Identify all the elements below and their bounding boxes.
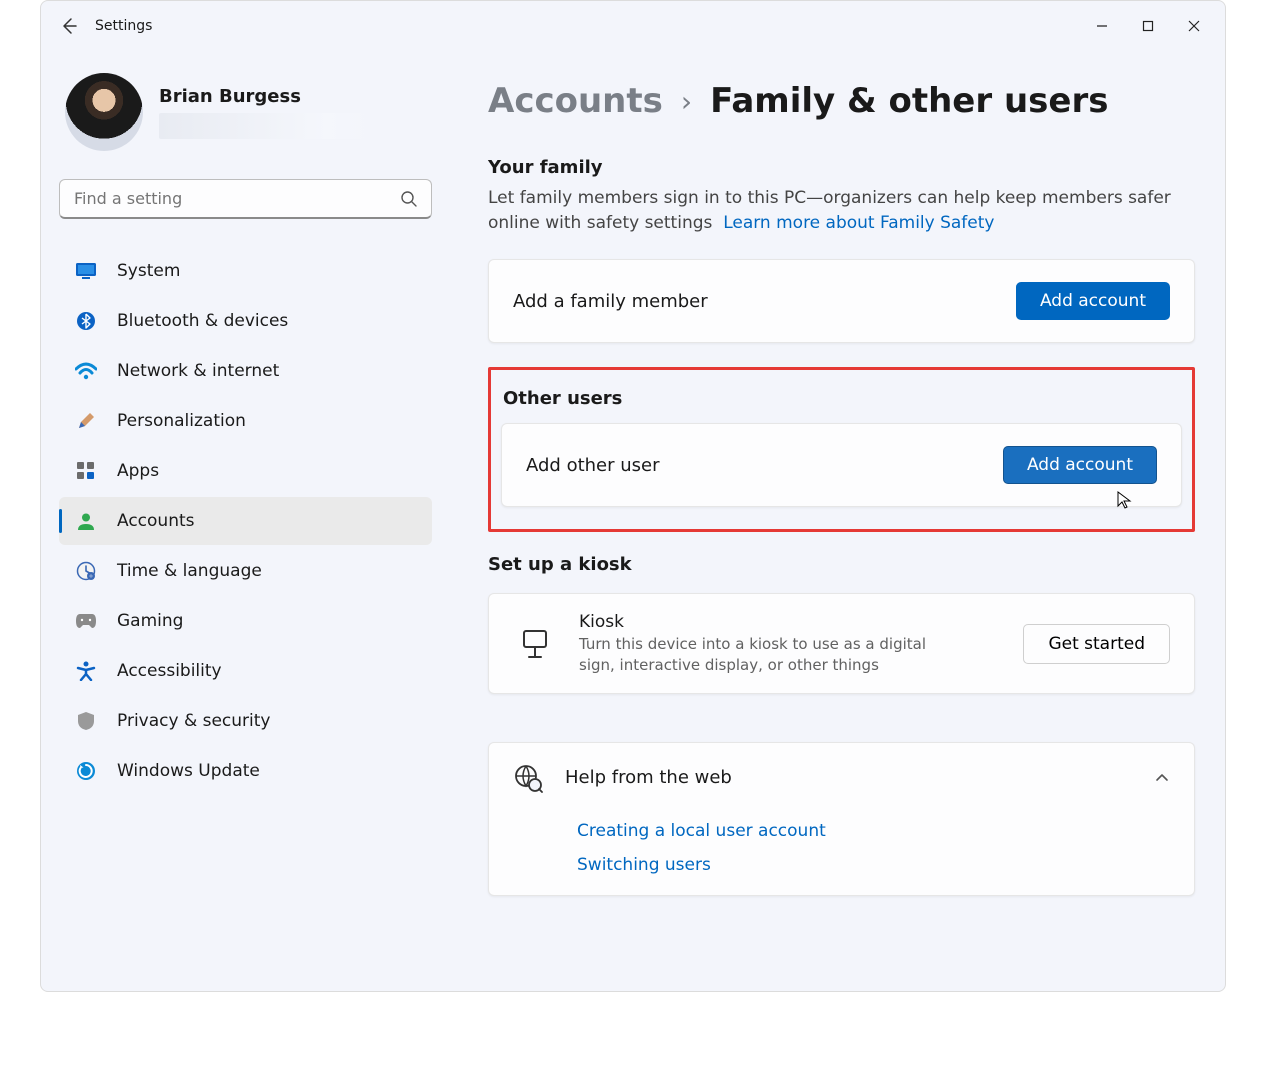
add-other-account-button[interactable]: Add account xyxy=(1003,446,1157,484)
sidebar-item-privacy[interactable]: Privacy & security xyxy=(59,697,432,745)
sidebar-item-time[interactable]: Time & language xyxy=(59,547,432,595)
sidebar-item-label: Privacy & security xyxy=(117,711,271,731)
sidebar-item-bluetooth[interactable]: Bluetooth & devices xyxy=(59,297,432,345)
sidebar-item-accounts[interactable]: Accounts xyxy=(59,497,432,545)
chevron-up-icon xyxy=(1154,770,1170,786)
time-icon xyxy=(75,560,97,582)
add-family-label: Add a family member xyxy=(513,291,708,312)
add-other-user-label: Add other user xyxy=(526,455,660,476)
close-button[interactable] xyxy=(1171,10,1217,42)
sidebar-item-gaming[interactable]: Gaming xyxy=(59,597,432,645)
minimize-button[interactable] xyxy=(1079,10,1125,42)
other-users-highlight: Other users Add other user Add account xyxy=(488,367,1195,532)
help-links: Creating a local user account Switching … xyxy=(489,813,1194,895)
add-family-account-button[interactable]: Add account xyxy=(1016,282,1170,320)
privacy-icon xyxy=(75,710,97,732)
back-button[interactable] xyxy=(49,6,89,46)
cursor-icon xyxy=(1115,490,1135,510)
main-content: Accounts › Family & other users Your fam… xyxy=(446,51,1225,991)
sidebar-item-label: Gaming xyxy=(117,611,183,631)
sidebar-item-label: System xyxy=(117,261,180,281)
settings-window: Settings Brian Burgess xyxy=(40,0,1226,992)
profile-name: Brian Burgess xyxy=(159,86,369,107)
add-family-member-card: Add a family member Add account xyxy=(488,259,1195,343)
sidebar-item-system[interactable]: System xyxy=(59,247,432,295)
other-users-title: Other users xyxy=(503,388,1182,409)
help-card: Help from the web Creating a local user … xyxy=(488,742,1195,896)
sidebar-item-label: Bluetooth & devices xyxy=(117,311,288,331)
app-title: Settings xyxy=(89,18,152,34)
chevron-right-icon: › xyxy=(681,85,692,118)
sidebar-item-label: Apps xyxy=(117,461,159,481)
sidebar-item-label: Accounts xyxy=(117,511,195,531)
help-link-local-account[interactable]: Creating a local user account xyxy=(577,821,1170,841)
sidebar-item-personalization[interactable]: Personalization xyxy=(59,397,432,445)
close-icon xyxy=(1188,20,1200,32)
search-icon xyxy=(400,190,418,208)
sidebar-item-apps[interactable]: Apps xyxy=(59,447,432,495)
gaming-icon xyxy=(75,610,97,632)
system-icon xyxy=(75,260,97,282)
maximize-button[interactable] xyxy=(1125,10,1171,42)
sidebar-item-label: Time & language xyxy=(117,561,262,581)
minimize-icon xyxy=(1096,20,1108,32)
sidebar-item-accessibility[interactable]: Accessibility xyxy=(59,647,432,695)
avatar xyxy=(65,73,143,151)
sidebar: Brian Burgess System Bluetooth & devices xyxy=(41,51,446,991)
kiosk-title: Kiosk xyxy=(579,612,959,632)
family-safety-link[interactable]: Learn more about Family Safety xyxy=(723,213,994,233)
search-box[interactable] xyxy=(59,179,432,219)
kiosk-desc: Turn this device into a kiosk to use as … xyxy=(579,634,959,675)
sidebar-item-network[interactable]: Network & internet xyxy=(59,347,432,395)
back-arrow-icon xyxy=(59,16,79,36)
kiosk-card: Kiosk Turn this device into a kiosk to u… xyxy=(488,593,1195,694)
accessibility-icon xyxy=(75,660,97,682)
family-section-title: Your family xyxy=(488,157,1195,178)
help-title: Help from the web xyxy=(565,767,732,788)
maximize-icon xyxy=(1142,20,1154,32)
sidebar-nav: System Bluetooth & devices Network & int… xyxy=(59,247,432,795)
sidebar-item-label: Personalization xyxy=(117,411,246,431)
breadcrumb-parent[interactable]: Accounts xyxy=(488,81,663,121)
help-web-icon xyxy=(513,763,543,793)
profile-block[interactable]: Brian Burgess xyxy=(59,69,432,169)
window-controls xyxy=(1079,10,1217,42)
kiosk-section-title: Set up a kiosk xyxy=(488,554,1195,575)
add-other-user-card: Add other user Add account xyxy=(501,423,1182,507)
profile-email-redacted xyxy=(159,113,369,139)
help-header[interactable]: Help from the web xyxy=(489,743,1194,813)
breadcrumb-current: Family & other users xyxy=(710,81,1108,121)
accounts-icon xyxy=(75,510,97,532)
sidebar-item-label: Network & internet xyxy=(117,361,279,381)
sidebar-item-update[interactable]: Windows Update xyxy=(59,747,432,795)
titlebar: Settings xyxy=(41,1,1225,51)
network-icon xyxy=(75,360,97,382)
kiosk-get-started-button[interactable]: Get started xyxy=(1023,624,1170,664)
breadcrumb: Accounts › Family & other users xyxy=(488,81,1195,121)
apps-icon xyxy=(75,460,97,482)
kiosk-icon xyxy=(513,622,557,666)
family-section-desc: Let family members sign in to this PC—or… xyxy=(488,186,1195,235)
update-icon xyxy=(75,760,97,782)
personalization-icon xyxy=(75,410,97,432)
search-input[interactable] xyxy=(59,179,432,219)
bluetooth-icon xyxy=(75,310,97,332)
sidebar-item-label: Windows Update xyxy=(117,761,260,781)
help-link-switching-users[interactable]: Switching users xyxy=(577,855,1170,875)
sidebar-item-label: Accessibility xyxy=(117,661,222,681)
